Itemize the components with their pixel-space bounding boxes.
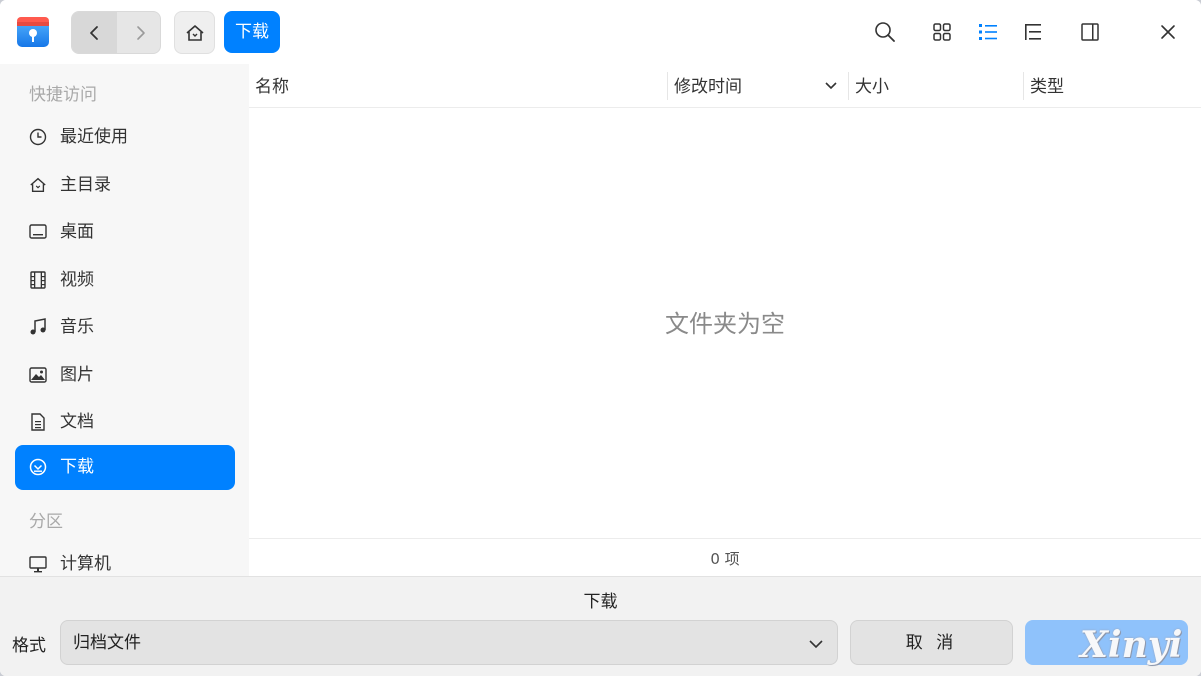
- column-divider[interactable]: [1023, 72, 1024, 100]
- sidebar-item-label: 桌面: [60, 222, 94, 242]
- format-label: 格式: [12, 636, 46, 656]
- computer-icon: [28, 554, 48, 574]
- sidebar-item-home[interactable]: 主目录: [15, 163, 235, 208]
- sidebar-item-videos[interactable]: 视频: [15, 258, 235, 303]
- column-size[interactable]: 大小: [855, 64, 889, 108]
- tree-view-icon[interactable]: [1021, 20, 1045, 44]
- desktop-icon: [28, 222, 48, 242]
- detail-panel-icon[interactable]: [1078, 20, 1102, 44]
- filename-label[interactable]: 下载: [0, 587, 1201, 612]
- list-view-icon[interactable]: [976, 20, 1000, 44]
- column-name[interactable]: 名称: [255, 64, 289, 108]
- column-header-row: 名称 修改时间 大小 类型: [249, 64, 1201, 108]
- sidebar-item-pictures[interactable]: 图片: [15, 353, 235, 398]
- sort-chevron-down-icon[interactable]: [823, 78, 839, 98]
- item-count-status: 0 项: [249, 538, 1201, 576]
- empty-folder-message: 文件夹为空: [665, 310, 785, 338]
- column-modified[interactable]: 修改时间: [674, 64, 742, 108]
- file-save-dialog: 下载 快捷访问 最近使用 主目录 桌面 视频 音乐 图片 文档 下载 分区 计算…: [0, 0, 1201, 676]
- sidebar-item-label: 主目录: [60, 175, 111, 195]
- film-icon: [28, 270, 48, 290]
- sidebar-item-label: 下载: [60, 457, 94, 477]
- chevron-left-icon: [89, 25, 98, 40]
- home-icon: [185, 24, 204, 41]
- app-logo-icon: [15, 13, 51, 49]
- download-icon: [28, 457, 48, 477]
- document-icon: [28, 412, 48, 432]
- nav-button-group: [71, 11, 161, 54]
- cancel-button[interactable]: 取 消: [850, 620, 1013, 665]
- sidebar: 快捷访问 最近使用 主目录 桌面 视频 音乐 图片 文档 下载 分区 计算机: [0, 64, 249, 576]
- sidebar-item-music[interactable]: 音乐: [15, 305, 235, 350]
- chevron-down-icon: [807, 635, 825, 653]
- sidebar-item-label: 视频: [60, 270, 94, 290]
- sidebar-item-label: 音乐: [60, 317, 94, 337]
- sidebar-item-label: 文档: [60, 412, 94, 432]
- sidebar-item-downloads[interactable]: 下载: [15, 445, 235, 490]
- search-icon[interactable]: [873, 20, 897, 44]
- sidebar-item-label: 图片: [60, 365, 94, 385]
- column-divider[interactable]: [667, 72, 668, 100]
- home-button[interactable]: [174, 11, 215, 54]
- back-button[interactable]: [72, 12, 117, 53]
- breadcrumb-current[interactable]: 下载: [224, 11, 280, 53]
- sidebar-group-partition: 分区: [29, 512, 63, 532]
- close-icon[interactable]: [1156, 20, 1180, 44]
- watermark-logo: Xinyi: [1080, 624, 1183, 666]
- sidebar-group-quick-access: 快捷访问: [29, 85, 97, 105]
- home-icon: [28, 175, 48, 195]
- chevron-right-icon: [136, 25, 145, 40]
- clock-icon: [28, 127, 48, 147]
- format-select[interactable]: 归档文件: [60, 620, 838, 665]
- sidebar-item-desktop[interactable]: 桌面: [15, 210, 235, 255]
- save-panel: 下载 格式 归档文件 取 消: [0, 576, 1201, 676]
- sidebar-item-recent[interactable]: 最近使用: [15, 115, 235, 160]
- grid-view-icon[interactable]: [930, 20, 954, 44]
- sidebar-item-label: 最近使用: [60, 127, 128, 147]
- forward-button[interactable]: [117, 12, 162, 53]
- sidebar-item-documents[interactable]: 文档: [15, 400, 235, 445]
- column-type[interactable]: 类型: [1030, 64, 1064, 108]
- column-divider[interactable]: [848, 72, 849, 100]
- format-select-value: 归档文件: [73, 633, 141, 653]
- music-icon: [28, 317, 48, 337]
- titlebar: 下载: [0, 0, 1201, 64]
- file-list-area: 名称 修改时间 大小 类型 文件夹为空 0 项: [249, 64, 1201, 576]
- image-icon: [28, 365, 48, 385]
